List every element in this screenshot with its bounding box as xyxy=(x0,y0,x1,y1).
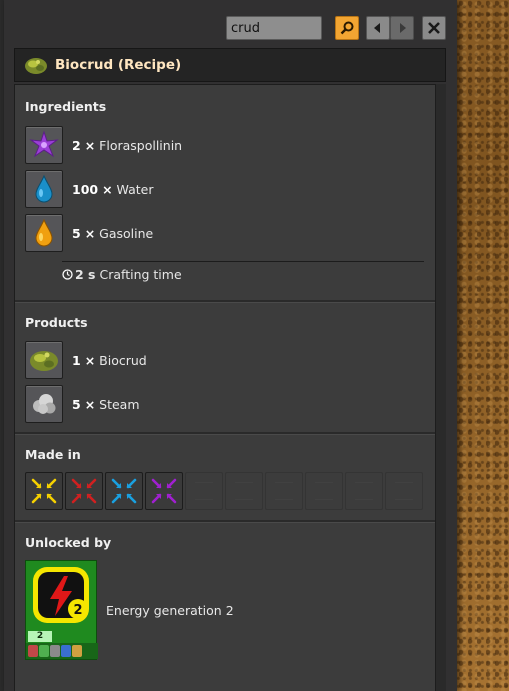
recipe-title-bar: Biocrud (Recipe) xyxy=(14,48,446,82)
water-icon xyxy=(35,174,53,203)
technology-level: 2 xyxy=(28,631,52,642)
clock-icon xyxy=(62,269,73,280)
science-pack-icon xyxy=(39,645,49,657)
ingredient-row-gasoline[interactable]: 5 × Gasoline xyxy=(25,213,153,253)
machine-slot[interactable] xyxy=(65,472,103,510)
ingredient-label: 100 × Water xyxy=(72,181,154,197)
section-divider xyxy=(15,300,435,303)
arrow-right-icon xyxy=(400,23,406,33)
forward-button[interactable] xyxy=(390,16,414,40)
gasoline-icon xyxy=(35,218,53,247)
product-label: 1 × Biocrud xyxy=(72,352,147,368)
ingredient-row-floraspollinin[interactable]: 2 × Floraspollinin xyxy=(25,125,182,165)
science-pack-icon xyxy=(61,645,71,657)
ingredients-heading: Ingredients xyxy=(25,99,107,114)
products-heading: Products xyxy=(25,315,88,330)
science-pack-strip xyxy=(26,643,98,659)
machine-slot[interactable] xyxy=(105,472,143,510)
ingredient-slot[interactable] xyxy=(25,214,63,252)
section-divider xyxy=(15,520,435,523)
ingredient-label: 5 × Gasoline xyxy=(72,225,154,241)
product-row-biocrud[interactable]: 1 × Biocrud xyxy=(25,340,147,380)
arrow-left-icon xyxy=(374,23,380,33)
recipe-details-panel: Ingredients 2 × Floraspollinin 100 × Wat… xyxy=(14,84,436,691)
steam-icon xyxy=(33,394,56,414)
close-button[interactable] xyxy=(422,16,446,40)
close-icon xyxy=(428,22,440,34)
technology-card[interactable]: 2 2 xyxy=(25,560,98,660)
assembler-yellow-icon xyxy=(31,478,57,504)
machine-slot[interactable] xyxy=(25,472,63,510)
svg-text:2: 2 xyxy=(73,603,82,618)
unlocked-by-heading: Unlocked by xyxy=(25,535,112,550)
ingredient-row-water[interactable]: 100 × Water xyxy=(25,169,154,209)
energy-generation-icon: 2 xyxy=(33,567,89,623)
assembler-red-icon xyxy=(71,478,97,504)
science-pack-icon xyxy=(72,645,82,657)
empty-machine-slot xyxy=(265,472,303,510)
crafting-time-divider xyxy=(62,261,424,262)
search-icon xyxy=(340,21,354,35)
ingredient-slot[interactable] xyxy=(25,170,63,208)
ingredient-label: 2 × Floraspollinin xyxy=(72,137,183,153)
ingredient-slot[interactable] xyxy=(25,126,63,164)
science-pack-icon xyxy=(50,645,60,657)
biocrud-icon xyxy=(30,351,58,371)
page-title: Biocrud (Recipe) xyxy=(55,57,182,73)
section-divider xyxy=(15,432,435,435)
product-slot[interactable] xyxy=(25,341,63,379)
empty-machine-slot xyxy=(185,472,223,510)
search-button[interactable] xyxy=(335,16,359,40)
empty-machine-slot xyxy=(225,472,263,510)
assembler-purple-icon xyxy=(151,478,177,504)
product-slot[interactable] xyxy=(25,385,63,423)
technology-name[interactable]: Energy generation 2 xyxy=(106,603,234,618)
empty-machine-slot xyxy=(345,472,383,510)
crafting-time-label: Crafting time xyxy=(99,267,182,282)
back-button[interactable] xyxy=(366,16,390,40)
scrollbar-track[interactable] xyxy=(436,84,446,691)
floraspollinin-icon xyxy=(29,130,59,158)
crafting-time-value: 2 s xyxy=(75,267,96,282)
biocrud-icon xyxy=(25,58,47,74)
product-row-steam[interactable]: 5 × Steam xyxy=(25,384,140,424)
machine-list xyxy=(25,472,425,510)
recipe-window: Biocrud (Recipe) Ingredients 2 × Florasp… xyxy=(4,0,457,691)
assembler-blue-icon xyxy=(111,478,137,504)
empty-machine-slot xyxy=(305,472,343,510)
science-pack-icon xyxy=(28,645,38,657)
product-label: 5 × Steam xyxy=(72,396,140,412)
machine-slot[interactable] xyxy=(145,472,183,510)
crafting-time: 2 s Crafting time xyxy=(62,267,182,282)
search-input[interactable] xyxy=(226,16,322,40)
made-in-heading: Made in xyxy=(25,447,81,462)
empty-machine-slot xyxy=(385,472,423,510)
